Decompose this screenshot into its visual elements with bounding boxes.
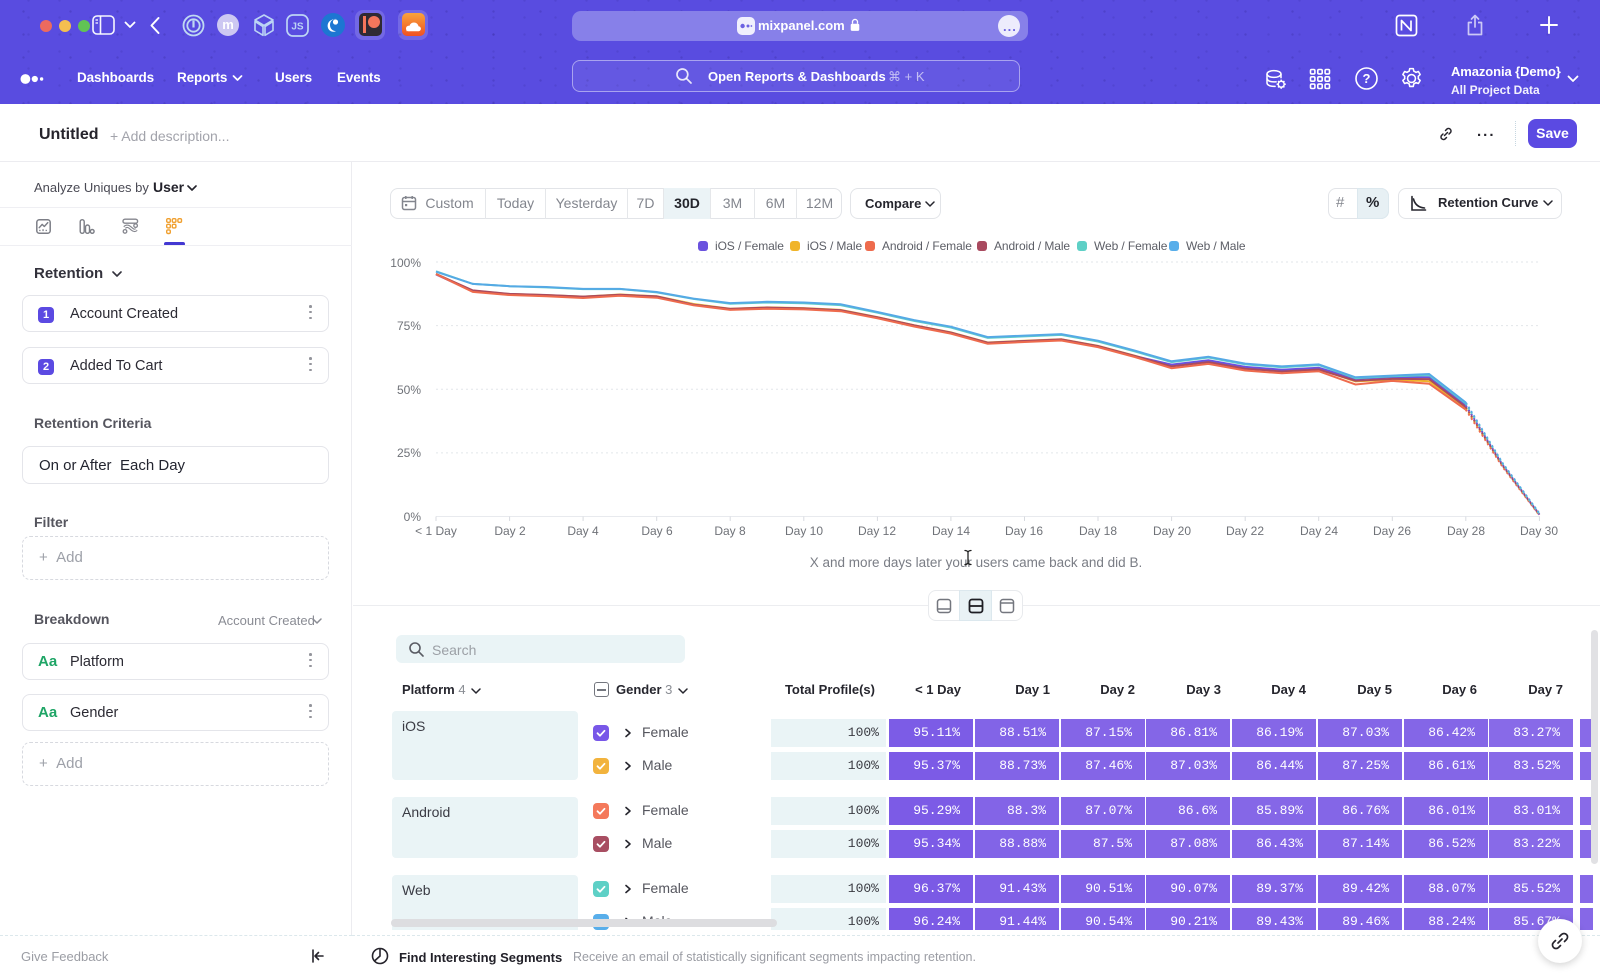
svg-text:?: ? [1363, 71, 1371, 86]
svg-text:JS: JS [291, 22, 304, 33]
